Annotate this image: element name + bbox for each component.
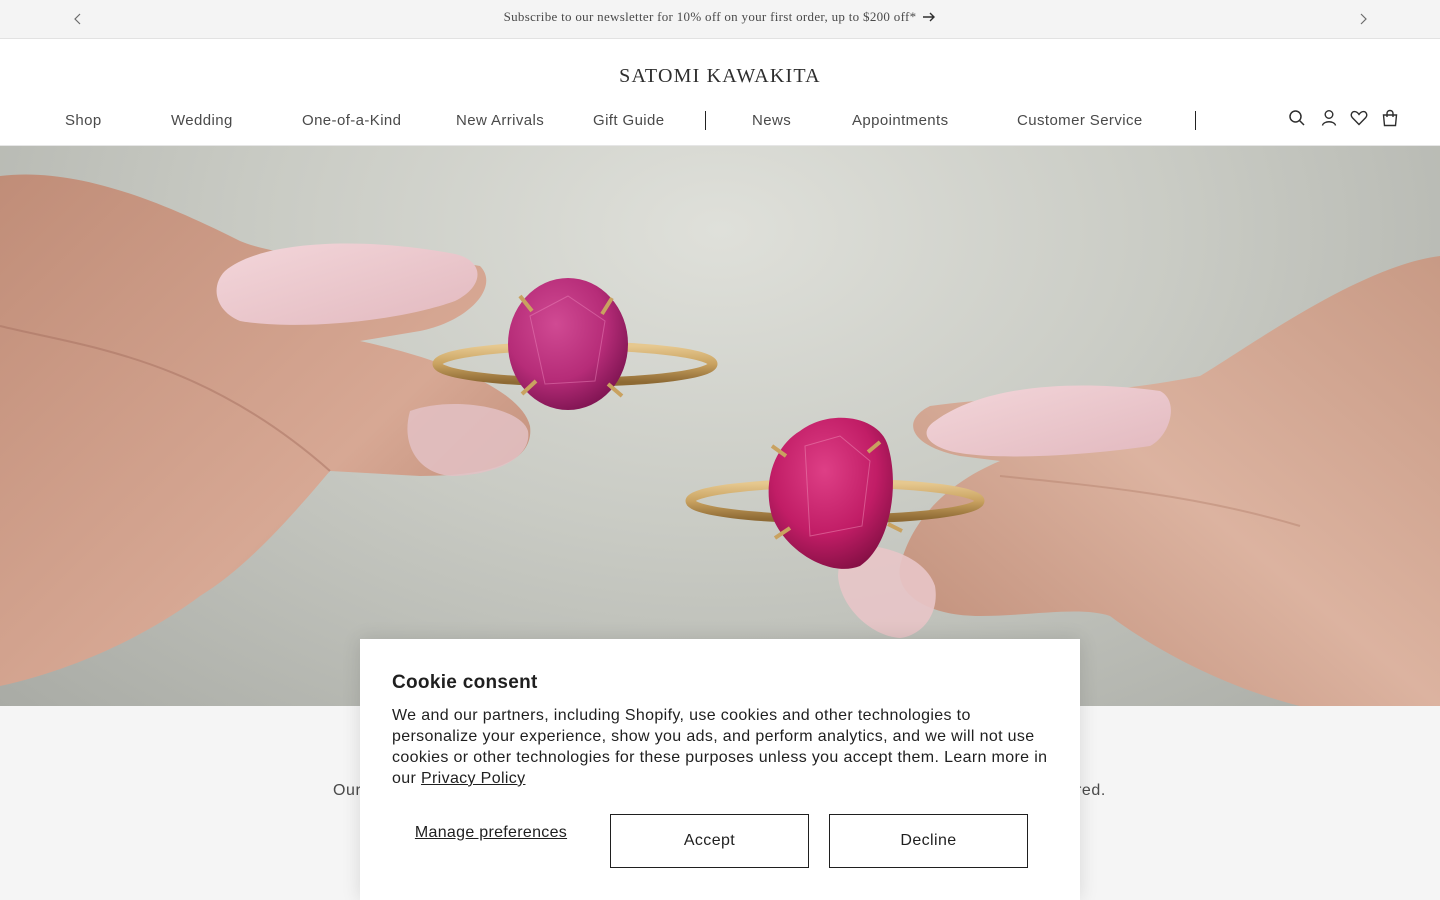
intro-text-right: red. (1076, 782, 1106, 799)
cookie-body: We and our partners, including Shopify, … (392, 705, 1048, 789)
cart-bag-icon[interactable] (1381, 109, 1399, 127)
decline-button[interactable]: Decline (829, 814, 1028, 868)
site-logo[interactable]: SATOMI KAWAKITA (0, 65, 1440, 88)
nav-divider (1195, 111, 1196, 130)
hero-image[interactable] (0, 146, 1440, 706)
nav-one-of-a-kind[interactable]: One-of-a-Kind (302, 112, 401, 129)
nav-divider (705, 111, 706, 130)
announcement-text: Subscribe to our newsletter for 10% off … (503, 9, 917, 24)
manage-preferences-button[interactable]: Manage preferences (392, 823, 590, 842)
nav-gift-guide[interactable]: Gift Guide (593, 112, 665, 129)
nav-news[interactable]: News (752, 112, 791, 129)
nav-wedding[interactable]: Wedding (171, 112, 233, 129)
accept-button[interactable]: Accept (610, 814, 809, 868)
intro-text-left: Our (333, 782, 362, 799)
nav-customer-service[interactable]: Customer Service (1017, 112, 1143, 129)
hero-illustration (0, 174, 1440, 706)
wishlist-heart-icon[interactable] (1350, 109, 1368, 127)
announcement-bar: Subscribe to our newsletter for 10% off … (0, 0, 1440, 39)
cookie-consent-dialog: Cookie consent We and our partners, incl… (360, 639, 1080, 900)
search-icon[interactable] (1288, 109, 1306, 127)
cookie-title: Cookie consent (392, 672, 538, 693)
nav-new-arrivals[interactable]: New Arrivals (456, 112, 544, 129)
privacy-policy-link[interactable]: Privacy Policy (421, 770, 525, 787)
arrow-right-icon (923, 12, 936, 22)
account-icon[interactable] (1320, 109, 1338, 127)
chevron-right-icon[interactable] (1355, 11, 1371, 27)
nav-appointments[interactable]: Appointments (852, 112, 949, 129)
site-header: SATOMI KAWAKITA Shop Wedding One-of-a-Ki… (0, 39, 1440, 146)
nav-shop[interactable]: Shop (65, 112, 102, 129)
announcement-link[interactable]: Subscribe to our newsletter for 10% off … (0, 9, 1440, 25)
